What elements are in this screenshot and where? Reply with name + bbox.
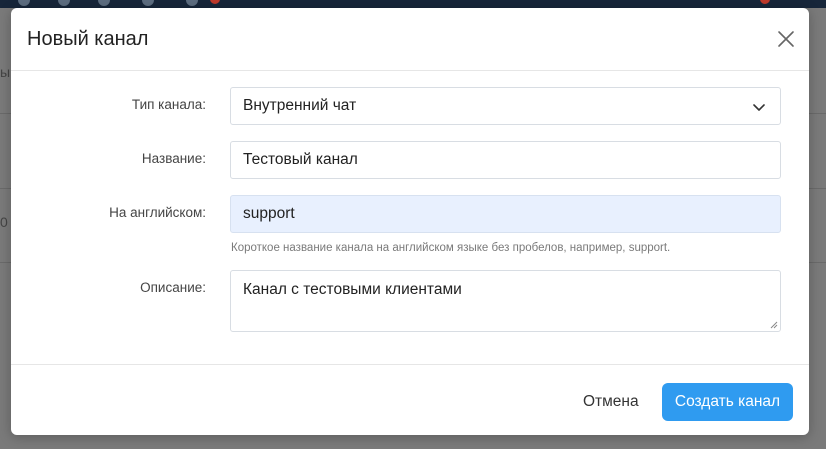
nav-icon (98, 0, 110, 6)
name-input[interactable]: Тестовый канал (230, 141, 781, 179)
english-input[interactable]: support (230, 195, 781, 233)
name-input-value: Тестовый канал (243, 151, 358, 168)
notification-badge (760, 0, 770, 4)
name-label: Название: (141, 151, 206, 166)
description-value: Канал с тестовыми клиентами (243, 281, 462, 298)
cancel-button[interactable]: Отмена (571, 383, 651, 421)
description-label: Описание: (140, 280, 206, 295)
new-channel-modal: Новый канал Тип канала: Внутренний чат Н… (11, 8, 809, 435)
close-icon (778, 31, 794, 47)
notification-badge (210, 0, 220, 4)
app-topbar (0, 0, 826, 8)
nav-icon (186, 0, 198, 6)
english-input-value: support (243, 205, 295, 222)
modal-footer: Отмена Создать канал (11, 364, 809, 435)
nav-icon (142, 0, 154, 6)
nav-icon (58, 0, 70, 6)
chevron-down-icon (752, 100, 766, 114)
background-divider (808, 188, 826, 189)
modal-title: Новый канал (27, 28, 149, 50)
english-help-text: Короткое название канала на английском я… (231, 242, 671, 254)
channel-type-value: Внутренний чат (243, 97, 357, 114)
channel-type-select[interactable]: Внутренний чат (230, 87, 781, 125)
description-textarea[interactable]: Канал с тестовыми клиентами (230, 270, 781, 332)
background-text: 0 (0, 214, 8, 230)
create-channel-button[interactable]: Создать канал (662, 383, 793, 421)
background-text: ы (0, 64, 11, 80)
close-button[interactable] (777, 30, 795, 48)
resize-handle-icon[interactable] (770, 321, 778, 329)
channel-type-label: Тип канала: (131, 97, 206, 112)
nav-icon (18, 0, 30, 6)
background-divider (808, 262, 826, 263)
modal-header: Новый канал (11, 8, 809, 71)
english-label: На английском: (109, 205, 206, 220)
background-divider (808, 113, 826, 114)
